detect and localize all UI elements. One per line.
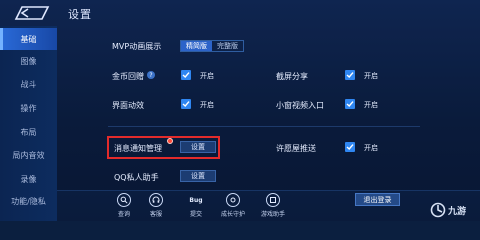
message-notify-label: 消息通知管理 bbox=[114, 144, 162, 153]
sidebar-item-controls[interactable]: 操作 bbox=[0, 97, 57, 119]
mvp-option-full[interactable]: 完整版 bbox=[212, 41, 243, 51]
game-assistant-button[interactable]: 游戏助手 bbox=[253, 193, 293, 221]
growth-guard-button[interactable]: 成长守护 bbox=[213, 193, 253, 221]
allow-push-state: 开启 bbox=[364, 144, 378, 152]
sidebar-item-audio[interactable]: 局内音效 bbox=[0, 144, 57, 166]
search-icon bbox=[117, 193, 131, 207]
watermark-logo-icon bbox=[430, 202, 446, 218]
ui-animation-label: 界面动效 bbox=[112, 101, 144, 110]
message-notify-settings-button[interactable]: 设置 bbox=[180, 141, 216, 153]
sidebar-item-layout[interactable]: 布局 bbox=[0, 121, 57, 143]
settings-screen: 设置 基础 图像 战斗 操作 布局 局内音效 录像 功能/隐私 MVP动画展示 … bbox=[0, 0, 480, 221]
qq-assistant-settings-button[interactable]: 设置 bbox=[180, 170, 216, 182]
bug-submit-button[interactable]: Bug 提交 bbox=[176, 193, 216, 221]
checkmark-icon bbox=[182, 101, 190, 108]
query-label: 查询 bbox=[117, 211, 130, 218]
watermark: 九游 bbox=[430, 201, 478, 219]
notification-dot bbox=[167, 138, 173, 144]
allow-push-checkbox[interactable] bbox=[345, 142, 355, 152]
top-bar: 设置 bbox=[0, 0, 480, 26]
section-divider bbox=[108, 126, 420, 127]
sidebar-item-combat[interactable]: 战斗 bbox=[0, 73, 57, 95]
sidebar-item-replay[interactable]: 录像 bbox=[0, 168, 57, 190]
sidebar: 基础 图像 战斗 操作 布局 局内音效 录像 功能/隐私 bbox=[0, 26, 57, 221]
mini-video-state: 开启 bbox=[364, 101, 378, 109]
mini-video-checkbox[interactable] bbox=[345, 99, 355, 109]
bug-icon: Bug bbox=[189, 196, 203, 204]
bug-submit-label: 提交 bbox=[189, 211, 202, 218]
checkmark-icon bbox=[346, 144, 354, 151]
back-arrow-icon bbox=[14, 6, 50, 20]
screenshot-share-label: 截屏分享 bbox=[276, 72, 308, 81]
logout-button[interactable]: 退出登录 bbox=[355, 193, 400, 206]
gamepad-icon bbox=[266, 193, 280, 207]
shield-icon bbox=[226, 193, 240, 207]
sidebar-item-basic[interactable]: 基础 bbox=[0, 28, 57, 50]
help-icon[interactable]: ? bbox=[147, 71, 155, 79]
customer-service-label: 客服 bbox=[149, 211, 162, 218]
ui-animation-state: 开启 bbox=[200, 101, 214, 109]
sidebar-item-privacy[interactable]: 功能/隐私 bbox=[0, 190, 57, 212]
mvp-segmented-control: 精简版 完整版 bbox=[180, 40, 244, 52]
coin-replay-label: 金币回赠 bbox=[112, 72, 144, 81]
customer-service-button[interactable]: 客服 bbox=[136, 193, 176, 221]
screenshot-share-checkbox[interactable] bbox=[345, 70, 355, 80]
game-assistant-label: 游戏助手 bbox=[260, 211, 285, 218]
checkmark-icon bbox=[182, 72, 190, 79]
qq-assistant-label: QQ私人助手 bbox=[114, 173, 159, 182]
checkmark-icon bbox=[346, 101, 354, 108]
coin-replay-state: 开启 bbox=[200, 72, 214, 80]
page-title: 设置 bbox=[68, 8, 92, 21]
mvp-label: MVP动画展示 bbox=[112, 42, 162, 51]
growth-guard-label: 成长守护 bbox=[220, 211, 245, 218]
sidebar-item-graphics[interactable]: 图像 bbox=[0, 50, 57, 72]
ui-animation-checkbox[interactable] bbox=[181, 99, 191, 109]
headset-icon bbox=[149, 193, 163, 207]
back-button[interactable] bbox=[8, 5, 54, 21]
mvp-option-simple[interactable]: 精简版 bbox=[181, 41, 212, 51]
screenshot-share-state: 开启 bbox=[364, 72, 378, 80]
allow-push-label: 许愿屋推送 bbox=[276, 144, 316, 153]
coin-replay-checkbox[interactable] bbox=[181, 70, 191, 80]
checkmark-icon bbox=[346, 72, 354, 79]
mini-video-label: 小窗视频入口 bbox=[276, 101, 324, 110]
watermark-text: 九游 bbox=[448, 206, 467, 217]
bottom-bar: 查询 客服 Bug 提交 成长守护 游戏助手 bbox=[57, 190, 480, 221]
